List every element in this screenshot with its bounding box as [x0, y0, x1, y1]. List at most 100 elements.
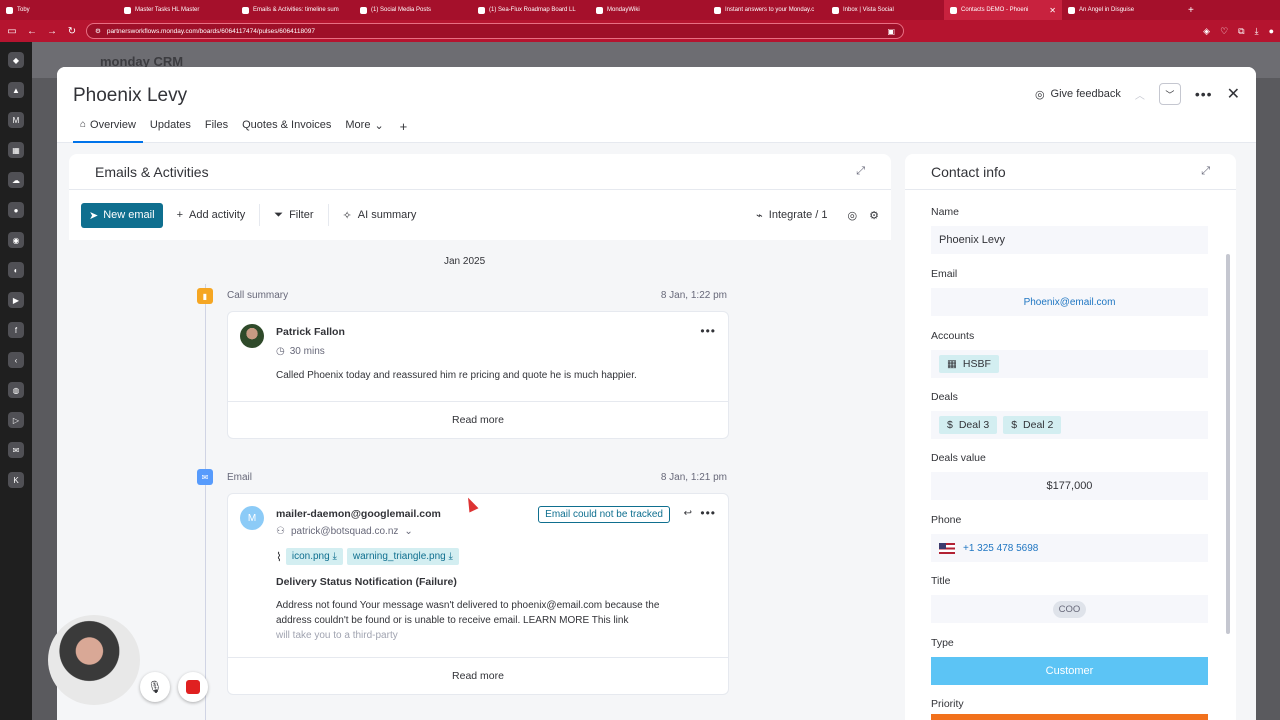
avatar[interactable] [240, 324, 264, 348]
attachment-chip[interactable]: icon.png ⤓ [285, 548, 343, 565]
browser-tab[interactable]: Toby [0, 0, 118, 20]
gear-icon[interactable]: ⚙ [869, 209, 879, 222]
tab-overview[interactable]: ⌂ Overview [73, 115, 143, 143]
toolbar-right: ⌁ Integrate / 1 ◎ ⚙ [748, 203, 879, 228]
more-options-icon[interactable]: ••• [700, 324, 716, 338]
tab-more[interactable]: More ⌄ [338, 115, 390, 143]
header-actions: ◎ Give feedback ︿ ﹀ ••• ✕ [1035, 83, 1240, 105]
dock-app-icon[interactable]: ✉ [8, 442, 24, 458]
dock-app-icon[interactable]: ▷ [8, 412, 24, 428]
activity-type-label: Call summary [227, 290, 289, 301]
chat-bubble-icon: ◎ [1034, 88, 1045, 101]
contact-name-title[interactable]: Phoenix Levy [73, 85, 187, 107]
extensions-icon[interactable]: ⧉ [1238, 26, 1244, 37]
dock-app-icon[interactable]: ◉ [8, 232, 24, 248]
download-icon[interactable]: ⤓ [1255, 26, 1259, 37]
type-status-label[interactable]: Customer [931, 657, 1208, 685]
dock-app-icon[interactable]: ☁ [8, 172, 24, 188]
panel-header: Contact info ⤢ [905, 154, 1236, 190]
browser-tab[interactable]: Emails & Activities: timeline sum [236, 0, 354, 20]
browser-tab[interactable]: An Angel in Disguise [1062, 0, 1180, 20]
dock-app-icon[interactable]: ▦ [8, 142, 24, 158]
url-input[interactable]: ⚙ partnersworkflows.monday.com/boards/60… [86, 23, 904, 39]
expand-icon[interactable]: ⤢ [1201, 165, 1210, 178]
scrollbar[interactable] [1226, 254, 1230, 634]
site-info-icon[interactable]: ⚙ [95, 27, 101, 35]
deals-value[interactable]: $ Deal 3 $ Deal 2 [931, 411, 1208, 439]
add-tab-icon[interactable]: + [391, 115, 417, 143]
heart-icon[interactable]: ♡ [1220, 26, 1228, 37]
chat-icon[interactable]: ◎ [848, 209, 858, 222]
dock-app-icon[interactable]: M [8, 112, 24, 128]
dock-app-icon[interactable]: ▶ [8, 292, 24, 308]
tab-favicon-icon [124, 6, 131, 14]
tab-files[interactable]: Files [198, 115, 235, 143]
browser-tab[interactable]: (1) Sea-Flux Roadmap Board LL [472, 0, 590, 20]
close-icon[interactable]: ✕ [1227, 84, 1240, 104]
tab-updates[interactable]: Updates [143, 115, 198, 143]
shield-icon[interactable]: ◈ [1203, 26, 1210, 37]
filter-button[interactable]: ⏷ Filter [266, 203, 321, 228]
browser-tab[interactable]: Inbox | Vista Social [826, 0, 944, 20]
chevron-down-button[interactable]: ﹀ [1158, 83, 1181, 105]
deals-value-amount[interactable]: $177,000 [931, 472, 1208, 500]
more-options-icon[interactable]: ••• [1195, 86, 1213, 102]
microphone-icon[interactable]: 🎙 [140, 672, 170, 702]
dock-app-icon[interactable]: ● [8, 202, 24, 218]
camera-icon[interactable]: ▣ [887, 27, 895, 36]
priority-status-label[interactable] [931, 714, 1208, 720]
activity-time: 8 Jan, 1:22 pm [660, 290, 727, 301]
dock-app-icon[interactable]: ◍ [8, 382, 24, 398]
deal-chip[interactable]: $ Deal 2 [1003, 416, 1062, 434]
email-value[interactable]: Phoenix@email.com [931, 288, 1208, 316]
chevron-up-icon[interactable]: ︿ [1135, 87, 1145, 102]
deals-value-field: Deals value $177,000 [931, 452, 1208, 500]
dock-app-icon[interactable]: K [8, 472, 24, 488]
dock-app-icon[interactable]: ◐ [8, 262, 24, 278]
integrate-button[interactable]: ⌁ Integrate / 1 [748, 203, 835, 228]
dock-app-icon[interactable]: ◆ [8, 52, 24, 68]
accounts-value[interactable]: ▦ HSBF [931, 350, 1208, 378]
tab-quotes-invoices[interactable]: Quotes & Invoices [235, 115, 338, 143]
reply-icon[interactable]: ↩ [684, 508, 692, 519]
browser-tab[interactable]: MondayWiki [590, 0, 708, 20]
expand-icon[interactable]: ⤢ [856, 165, 865, 178]
browser-tab[interactable]: Instant answers to your Monday.c [708, 0, 826, 20]
forward-arrow-icon[interactable]: → [46, 26, 58, 37]
read-more-button[interactable]: Read more [228, 657, 728, 694]
browser-tab[interactable]: Master Tasks HL Master [118, 0, 236, 20]
give-feedback-button[interactable]: ◎ Give feedback [1035, 88, 1121, 101]
phone-value[interactable]: +1 325 478 5698 [931, 534, 1208, 562]
profile-icon[interactable]: ● [1269, 26, 1274, 37]
chevron-down-icon[interactable]: ⌄ [404, 526, 412, 537]
attachment-chip[interactable]: warning_triangle.png ⤓ [346, 548, 459, 565]
sparkle-icon: ✧ [342, 209, 352, 222]
sidebar-toggle-icon[interactable]: ▭ [6, 26, 18, 37]
back-arrow-icon[interactable]: ← [26, 26, 38, 37]
reload-icon[interactable]: ↻ [66, 26, 78, 37]
account-chip[interactable]: ▦ HSBF [939, 355, 999, 373]
dock-app-icon[interactable]: ‹ [8, 352, 24, 368]
read-more-button[interactable]: Read more [228, 401, 728, 438]
stop-recording-button[interactable] [178, 672, 208, 702]
dock-app-icon[interactable]: f [8, 322, 24, 338]
dollar-icon: $ [1011, 419, 1018, 431]
email-card: M mailer-daemon@googlemail.com Email cou… [227, 493, 729, 695]
recording-controls: 🎙 [140, 672, 208, 702]
add-activity-button[interactable]: + Add activity [169, 203, 254, 227]
avatar[interactable]: M [240, 506, 264, 530]
title-value[interactable]: COO [931, 595, 1208, 623]
new-tab-icon[interactable]: + [1188, 5, 1194, 16]
deal-chip[interactable]: $ Deal 3 [939, 416, 998, 434]
browser-tab[interactable]: (1) Social Media Posts [354, 0, 472, 20]
new-email-button[interactable]: ➤ New email [81, 202, 163, 228]
dock-app-icon[interactable]: ▲ [8, 82, 24, 98]
browser-tab-active[interactable]: Contacts DEMO - Phoeni ✕ [944, 0, 1062, 20]
webcam-bubble[interactable] [48, 615, 140, 705]
name-value[interactable]: Phoenix Levy [931, 226, 1208, 254]
tab-close-icon[interactable]: ✕ [1049, 6, 1056, 15]
author-name: Patrick Fallon [276, 326, 345, 338]
modal-header: Phoenix Levy ◎ Give feedback ︿ ﹀ ••• ✕ ⌂… [57, 67, 1256, 143]
ai-summary-button[interactable]: ✧ AI summary [335, 203, 425, 228]
more-options-icon[interactable]: ••• [700, 506, 716, 520]
